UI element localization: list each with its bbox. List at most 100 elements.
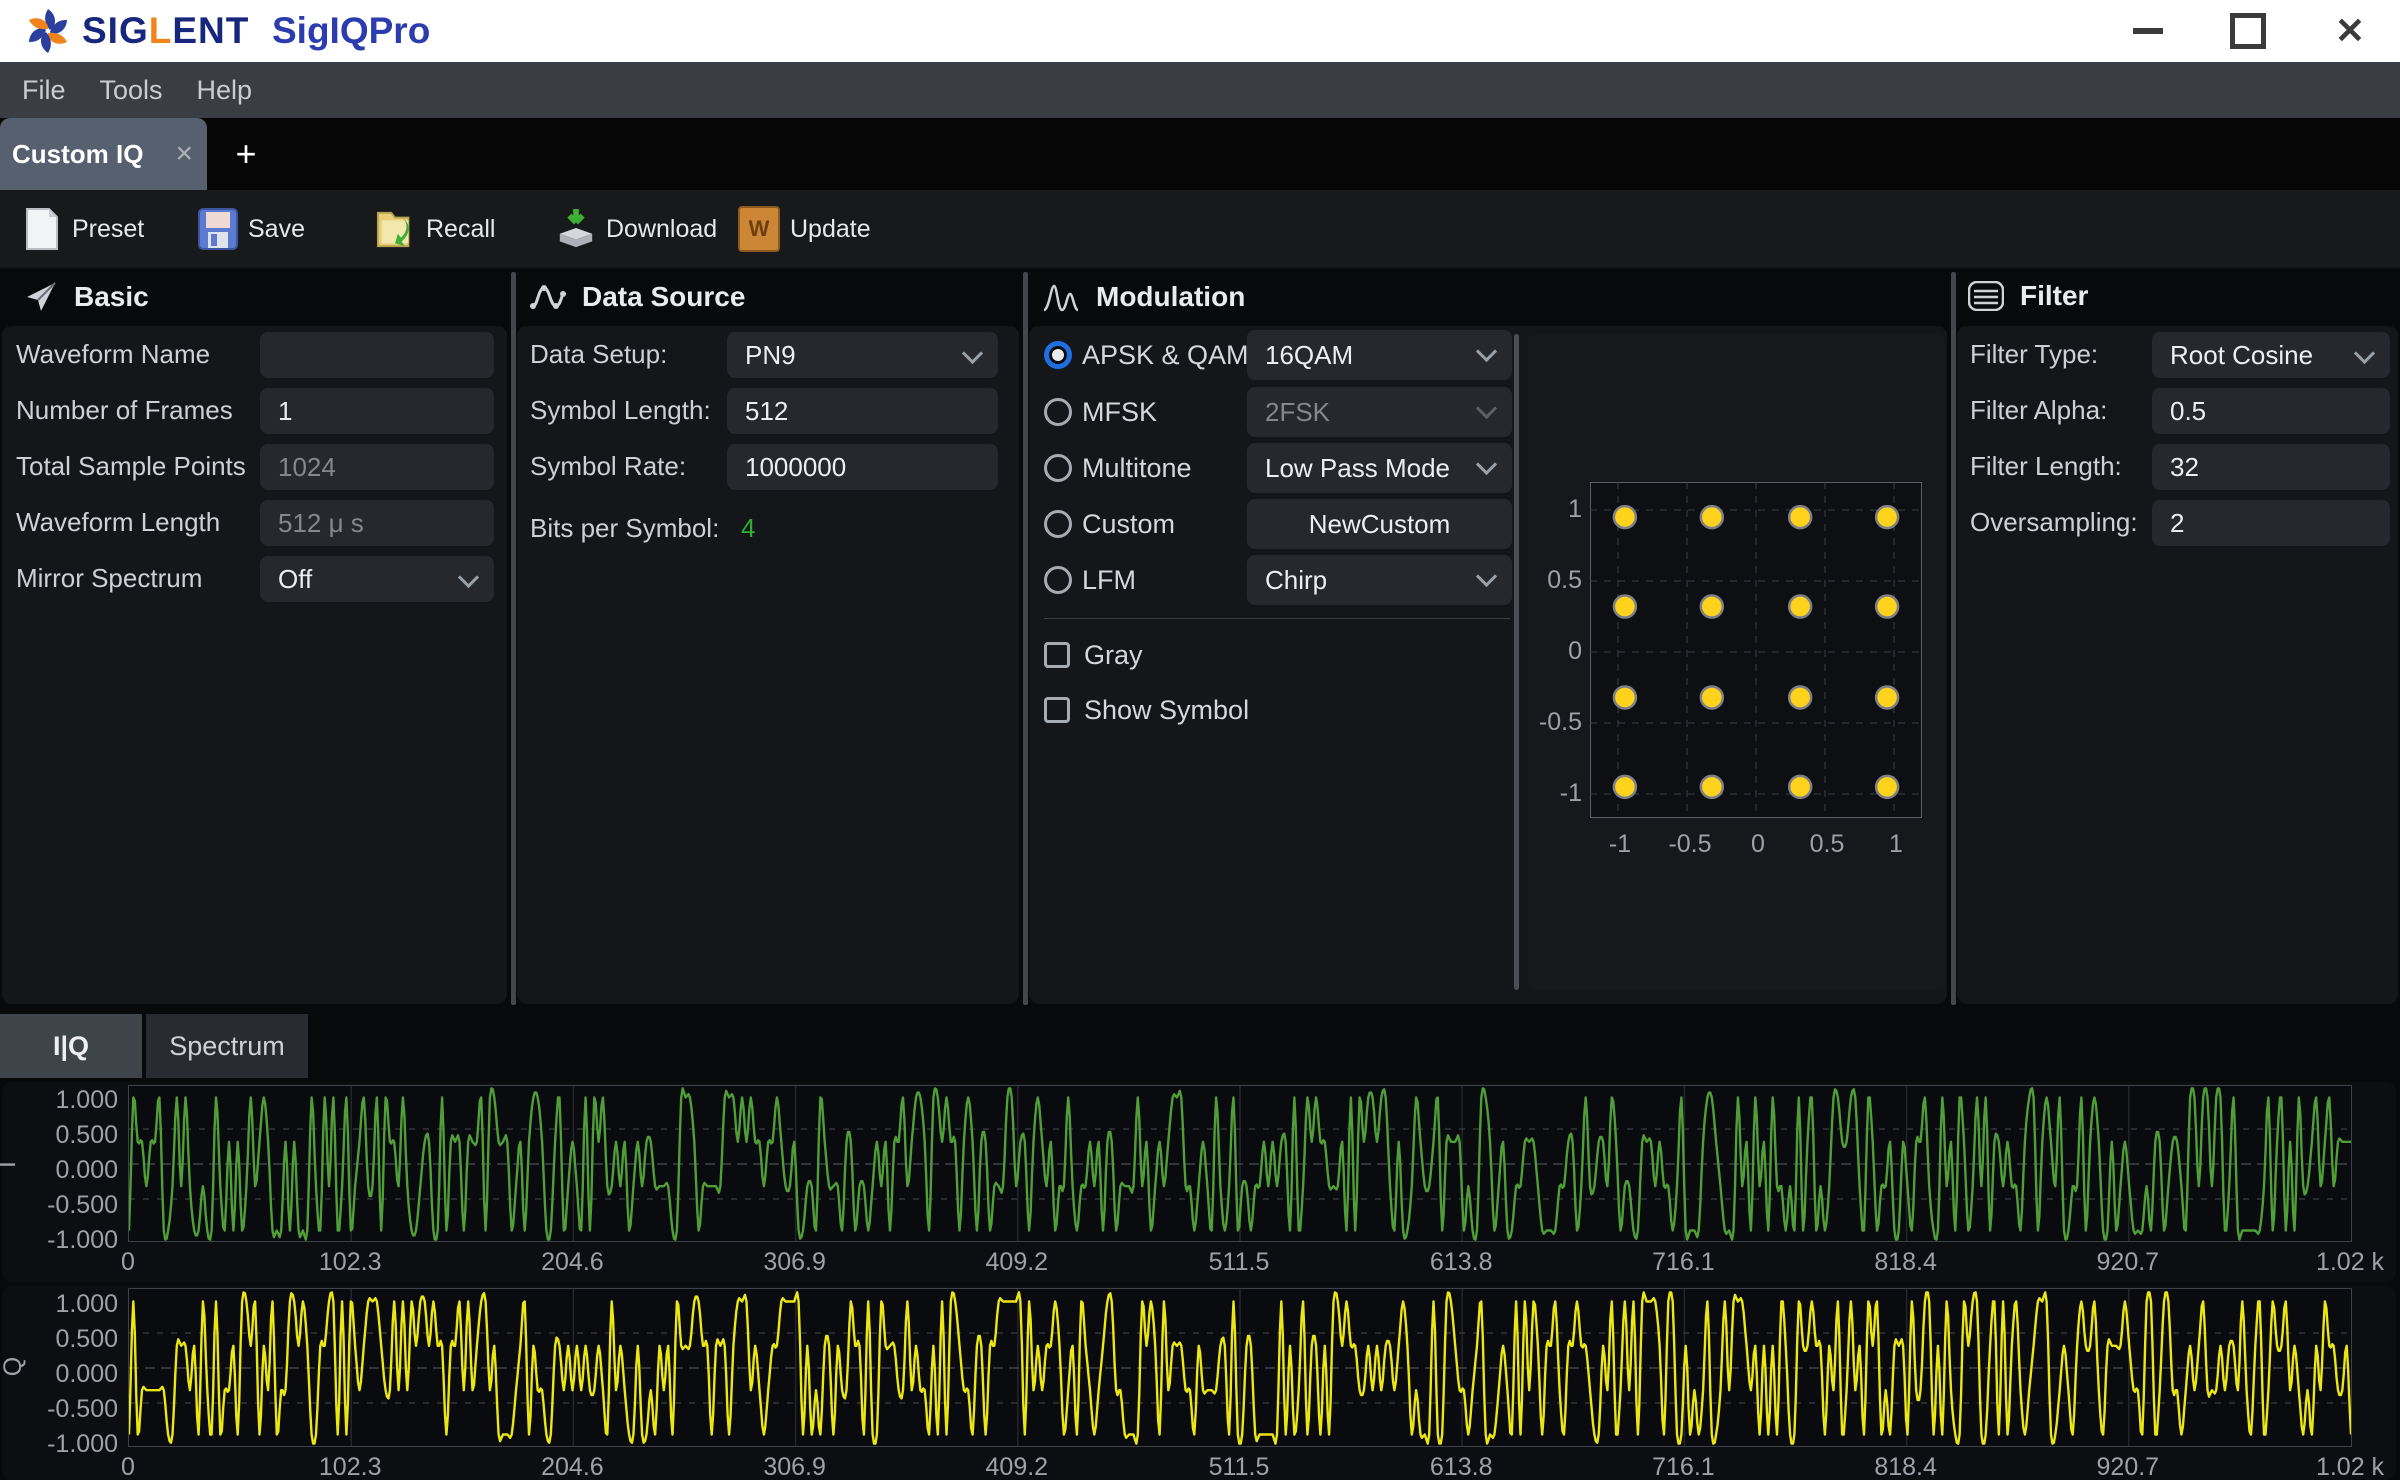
- modulation-separator: [1044, 618, 1510, 619]
- q_trace-x-tick: 204.6: [512, 1453, 632, 1480]
- constellation-point: [1701, 686, 1723, 708]
- panel-splitter[interactable]: [1951, 272, 1956, 1005]
- constellation-container: 10.50-0.5-1-1-0.500.51: [1528, 334, 1946, 990]
- apsk-qam-radio[interactable]: [1044, 341, 1072, 369]
- save-floppy-icon: [198, 207, 238, 251]
- menu-help[interactable]: Help: [197, 75, 253, 106]
- q_trace-x-tick: 716.1: [1623, 1453, 1743, 1480]
- show-symbol-checkbox[interactable]: [1044, 697, 1070, 723]
- lfm-radio-label: LFM: [1082, 565, 1136, 596]
- constellation-y-tick: 1: [1528, 495, 1582, 524]
- qam-type-select[interactable]: 16QAM: [1247, 330, 1512, 380]
- i-waveform-plot: [128, 1085, 2352, 1242]
- filter-panel-header: Filter: [1968, 280, 2088, 312]
- toolbar: Preset Save Recall Download W Update: [0, 190, 2400, 268]
- panel-splitter[interactable]: [511, 272, 516, 1005]
- symbol-length-input[interactable]: 512: [727, 388, 998, 434]
- q_trace-x-tick: 920.7: [2068, 1453, 2188, 1480]
- total-sample-points-label: Total Sample Points: [16, 451, 246, 482]
- q_trace-x-tick: 613.8: [1401, 1453, 1521, 1480]
- brand-wordmark: SIGLENT: [82, 10, 249, 52]
- close-icon: ✕: [2335, 13, 2365, 49]
- mirror-spectrum-select[interactable]: Off: [260, 556, 494, 602]
- constellation-point: [1789, 776, 1811, 798]
- constellation-point: [1701, 776, 1723, 798]
- add-tab-button[interactable]: +: [224, 132, 268, 176]
- tab-custom-iq[interactable]: Custom IQ ×: [0, 118, 207, 190]
- mfsk-radio-label: MFSK: [1082, 397, 1157, 428]
- i_trace-y-tick: -0.500: [2, 1191, 118, 1220]
- recall-folder-icon: [376, 207, 416, 251]
- lfm-radio[interactable]: [1044, 566, 1072, 594]
- constellation-x-tick: 1: [1856, 830, 1936, 859]
- waveform-name-input[interactable]: [260, 332, 494, 378]
- i_trace-x-tick: 613.8: [1401, 1248, 1521, 1277]
- oversampling-input[interactable]: 2: [2152, 500, 2390, 546]
- download-device-icon: [556, 207, 596, 251]
- save-button[interactable]: Save: [198, 190, 305, 268]
- menu-tools[interactable]: Tools: [100, 75, 163, 106]
- lfm-type-select[interactable]: Chirp: [1247, 555, 1512, 605]
- multitone-mode-select[interactable]: Low Pass Mode: [1247, 443, 1512, 493]
- data-setup-select[interactable]: PN9: [727, 332, 998, 378]
- q_trace-y-tick: 0.000: [2, 1360, 118, 1389]
- number-of-frames-input[interactable]: 1: [260, 388, 494, 434]
- filter-alpha-label: Filter Alpha:: [1970, 395, 2107, 426]
- minimize-button[interactable]: [2113, 0, 2183, 62]
- gray-checkbox[interactable]: [1044, 642, 1070, 668]
- new-custom-button[interactable]: NewCustom: [1247, 499, 1512, 549]
- tab-spectrum[interactable]: Spectrum: [146, 1014, 308, 1078]
- q-waveform-plot: [128, 1288, 2352, 1447]
- filter-length-input[interactable]: 32: [2152, 444, 2390, 490]
- symbol-rate-label: Symbol Rate:: [530, 451, 686, 482]
- constellation-y-tick: 0.5: [1528, 566, 1582, 595]
- i_trace-x-tick: 818.4: [1846, 1248, 1966, 1277]
- i_trace-x-tick: 306.9: [735, 1248, 855, 1277]
- tab-iq[interactable]: I|Q: [0, 1014, 142, 1078]
- symbol-rate-input[interactable]: 1000000: [727, 444, 998, 490]
- constellation-point: [1876, 506, 1898, 528]
- maximize-button[interactable]: [2213, 0, 2283, 62]
- chevron-down-icon: [458, 567, 479, 588]
- chevron-down-icon: [1476, 341, 1497, 362]
- app-title: SigIQPro: [272, 10, 430, 52]
- q_trace-x-tick: 306.9: [735, 1453, 855, 1480]
- multitone-radio[interactable]: [1044, 454, 1072, 482]
- preset-button[interactable]: Preset: [22, 190, 144, 268]
- i_trace-x-tick: 1.02 k: [2290, 1248, 2400, 1277]
- tab-close-icon[interactable]: ×: [175, 137, 193, 171]
- sigiqpro-window: SIGLENT SigIQPro ✕ File Tools Help Custo…: [0, 0, 2400, 1480]
- q_trace-y-tick: 1.000: [2, 1290, 118, 1319]
- total-sample-points-value: 1024: [260, 444, 494, 490]
- siglent-logo-icon: [22, 5, 74, 57]
- constellation-point: [1789, 506, 1811, 528]
- q_trace-x-tick: 102.3: [290, 1453, 410, 1480]
- custom-radio[interactable]: [1044, 510, 1072, 538]
- i_trace-x-tick: 0: [68, 1248, 188, 1277]
- recall-button[interactable]: Recall: [376, 190, 495, 268]
- constellation-plot: [1590, 482, 1922, 818]
- constellation-point: [1789, 686, 1811, 708]
- i_trace-x-tick: 716.1: [1623, 1248, 1743, 1277]
- filter-type-select[interactable]: Root Cosine: [2152, 332, 2390, 378]
- constellation-point: [1789, 596, 1811, 618]
- filter-alpha-input[interactable]: 0.5: [2152, 388, 2390, 434]
- multitone-radio-label: Multitone: [1082, 453, 1192, 484]
- menu-file[interactable]: File: [22, 75, 66, 106]
- mfsk-radio[interactable]: [1044, 398, 1072, 426]
- modulation-scrollbar[interactable]: [1514, 334, 1519, 990]
- download-button[interactable]: Download: [556, 190, 717, 268]
- q_trace-y-tick: 0.500: [2, 1325, 118, 1354]
- update-button[interactable]: W Update: [738, 190, 871, 268]
- i_trace-y-tick: 1.000: [2, 1086, 118, 1115]
- constellation-y-tick: 0: [1528, 637, 1582, 666]
- panel-splitter[interactable]: [1023, 272, 1028, 1005]
- gray-checkbox-label: Gray: [1084, 640, 1143, 671]
- close-button[interactable]: ✕: [2315, 0, 2385, 62]
- i_trace-y-tick: 0.500: [2, 1121, 118, 1150]
- i_trace-x-tick: 920.7: [2068, 1248, 2188, 1277]
- waveform-length-label: Waveform Length: [16, 507, 220, 538]
- apsk-qam-radio-label: APSK & QAM: [1082, 340, 1249, 371]
- bits-per-symbol-value: 4: [741, 513, 755, 544]
- symbol-length-label: Symbol Length:: [530, 395, 711, 426]
